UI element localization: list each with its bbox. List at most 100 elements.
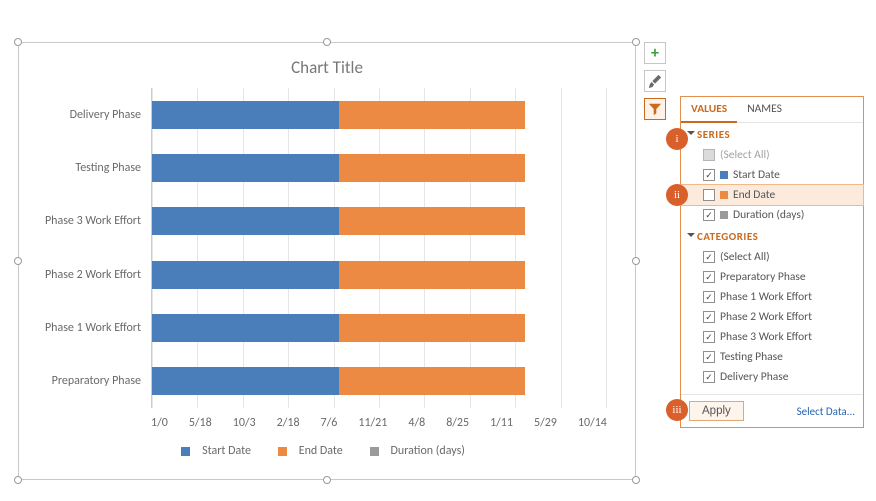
x-label: 4/8 xyxy=(408,416,425,430)
tab-names[interactable]: NAMES xyxy=(737,97,792,122)
checkbox-icon[interactable]: ✓ xyxy=(703,169,715,181)
category-item[interactable]: ✓ Phase 1 Work Effort xyxy=(681,287,863,307)
checkbox-icon[interactable]: ✓ xyxy=(703,351,715,363)
row-label: Preparatory Phase xyxy=(720,270,806,284)
series-select-all[interactable]: (Select All) xyxy=(681,145,863,165)
bar-segment-end[interactable] xyxy=(339,101,526,129)
row-label: Phase 1 Work Effort xyxy=(720,290,812,304)
series-item-hover[interactable]: End Date xyxy=(681,185,863,205)
callout-badge-iii: iii xyxy=(666,399,688,421)
category-item[interactable]: ✓ Phase 3 Work Effort xyxy=(681,327,863,347)
resize-handle[interactable] xyxy=(14,476,22,484)
bar-row[interactable] xyxy=(152,314,607,342)
bar-row[interactable] xyxy=(152,261,607,289)
y-label: Phase 3 Work Effort xyxy=(29,214,151,228)
bar-row[interactable] xyxy=(152,154,607,182)
chart-tools: + xyxy=(644,42,668,126)
row-label: Phase 2 Work Effort xyxy=(720,310,812,324)
checkbox-icon[interactable]: ✓ xyxy=(703,271,715,283)
series-color-chip xyxy=(720,211,728,219)
checkbox-mixed-icon[interactable] xyxy=(703,149,715,161)
bar-series xyxy=(152,88,607,408)
row-label: Phase 3 Work Effort xyxy=(720,330,812,344)
legend-item[interactable]: Duration (days) xyxy=(370,444,473,458)
bar-segment-end[interactable] xyxy=(339,207,526,235)
bar-row[interactable] xyxy=(152,101,607,129)
apply-button[interactable]: Apply xyxy=(689,401,744,421)
chart-styles-button[interactable] xyxy=(644,70,666,92)
legend-swatch xyxy=(181,447,190,456)
bar-segment-start[interactable] xyxy=(152,261,339,289)
bar-row[interactable] xyxy=(152,367,607,395)
chart-filters-button[interactable] xyxy=(644,98,666,120)
legend[interactable]: Start Date End Date Duration (days) xyxy=(19,444,635,458)
series-item[interactable]: ✓ Duration (days) xyxy=(681,205,863,225)
legend-item[interactable]: Start Date xyxy=(181,444,259,458)
row-label: Duration (days) xyxy=(733,208,804,222)
resize-handle[interactable] xyxy=(323,38,331,46)
resize-handle[interactable] xyxy=(632,257,640,265)
y-label: Phase 2 Work Effort xyxy=(29,268,151,282)
x-label: 1/11 xyxy=(490,416,513,430)
row-label: (Select All) xyxy=(720,148,770,162)
legend-label: Start Date xyxy=(202,444,251,458)
row-label: Start Date xyxy=(733,168,780,182)
x-label: 8/25 xyxy=(446,416,469,430)
bar-segment-start[interactable] xyxy=(152,101,339,129)
plus-icon: + xyxy=(651,44,659,63)
row-label: Delivery Phase xyxy=(720,370,788,384)
category-item[interactable]: ✓ Delivery Phase xyxy=(681,367,863,387)
resize-handle[interactable] xyxy=(323,476,331,484)
brush-icon xyxy=(648,74,662,88)
bar-row[interactable] xyxy=(152,207,607,235)
x-label: 11/21 xyxy=(358,416,387,430)
callout-badge-ii: ii xyxy=(666,184,688,206)
x-axis-labels: 1/0 5/18 10/3 2/18 7/6 11/21 4/8 8/25 1/… xyxy=(151,416,607,430)
tab-values[interactable]: VALUES xyxy=(681,97,737,123)
legend-item[interactable]: End Date xyxy=(278,444,351,458)
bar-segment-start[interactable] xyxy=(152,154,339,182)
checkbox-icon[interactable]: ✓ xyxy=(703,209,715,221)
row-label: End Date xyxy=(733,188,775,202)
legend-label: Duration (days) xyxy=(391,444,465,458)
plot-area[interactable]: Delivery Phase Testing Phase Phase 3 Wor… xyxy=(29,88,607,408)
checkbox-icon[interactable]: ✓ xyxy=(703,311,715,323)
chart-elements-button[interactable]: + xyxy=(644,42,666,64)
category-item[interactable]: ✓ Phase 2 Work Effort xyxy=(681,307,863,327)
bar-segment-end[interactable] xyxy=(339,154,526,182)
x-label: 2/18 xyxy=(277,416,300,430)
chart-object-selection[interactable]: Chart Title Delivery Phase Testing Phase… xyxy=(18,42,636,480)
chart-title[interactable]: Chart Title xyxy=(19,43,635,88)
panel-tabs: VALUES NAMES xyxy=(681,97,863,123)
checkbox-icon[interactable]: ✓ xyxy=(703,331,715,343)
bar-segment-end[interactable] xyxy=(339,367,526,395)
category-item[interactable]: ✓ Preparatory Phase xyxy=(681,267,863,287)
bar-segment-start[interactable] xyxy=(152,367,339,395)
checkbox-icon[interactable]: ✓ xyxy=(703,251,715,263)
x-label: 5/29 xyxy=(534,416,557,430)
bar-segment-start[interactable] xyxy=(152,207,339,235)
categories-select-all[interactable]: ✓ (Select All) xyxy=(681,247,863,267)
checkbox-icon[interactable] xyxy=(703,189,715,201)
resize-handle[interactable] xyxy=(632,38,640,46)
resize-handle[interactable] xyxy=(632,476,640,484)
chart-canvas[interactable] xyxy=(151,88,607,408)
bar-segment-start[interactable] xyxy=(152,314,339,342)
checkbox-icon[interactable]: ✓ xyxy=(703,371,715,383)
bar-segment-end[interactable] xyxy=(339,314,526,342)
resize-handle[interactable] xyxy=(14,38,22,46)
checkbox-icon[interactable]: ✓ xyxy=(703,291,715,303)
series-item[interactable]: ✓ Start Date xyxy=(681,165,863,185)
series-color-chip xyxy=(720,191,728,199)
select-data-link[interactable]: Select Data... xyxy=(797,405,855,418)
category-item[interactable]: ✓ Testing Phase xyxy=(681,347,863,367)
series-section-header[interactable]: SERIES xyxy=(681,123,863,145)
row-label: (Select All) xyxy=(720,250,770,264)
bar-segment-end[interactable] xyxy=(339,261,526,289)
callout-badge-i: i xyxy=(666,128,688,150)
legend-swatch xyxy=(278,447,287,456)
categories-section-header[interactable]: CATEGORIES xyxy=(681,225,863,247)
funnel-icon xyxy=(648,102,662,116)
x-label: 5/18 xyxy=(189,416,212,430)
resize-handle[interactable] xyxy=(14,257,22,265)
